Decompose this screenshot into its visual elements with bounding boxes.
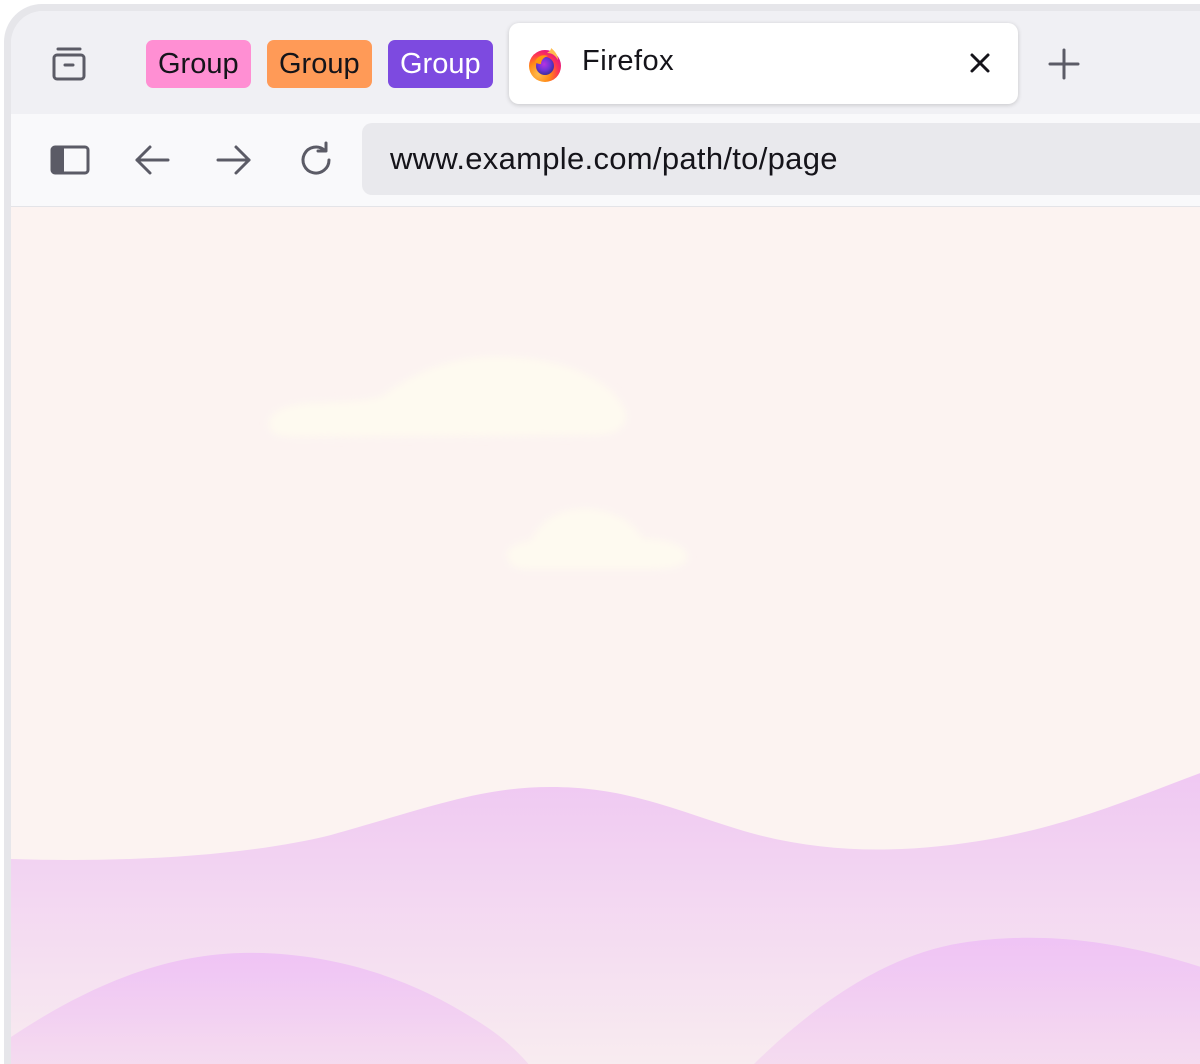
tab-group-label-1[interactable]: Group bbox=[146, 40, 251, 88]
reload-icon bbox=[301, 141, 331, 175]
address-bar[interactable]: www.example.com/path/to/page bbox=[362, 123, 1200, 195]
page-content bbox=[11, 207, 1200, 1064]
forward-button[interactable] bbox=[212, 138, 256, 182]
tab-group-label-3[interactable]: Group bbox=[388, 40, 493, 88]
sidebar-toggle-button[interactable] bbox=[48, 138, 92, 182]
browser-window: Group Group Group Firefox www.example.co… bbox=[4, 4, 1200, 1064]
firefox-logo-icon bbox=[529, 48, 561, 82]
tab-overview-icon bbox=[52, 47, 86, 81]
cloud bbox=[507, 508, 688, 569]
arrow-right-icon bbox=[216, 145, 251, 175]
arrow-left-icon bbox=[135, 145, 170, 175]
sidebar-toggle-icon bbox=[50, 145, 90, 175]
tab-group-label-2[interactable]: Group bbox=[267, 40, 372, 88]
url-text[interactable]: www.example.com/path/to/page bbox=[390, 141, 838, 177]
browser-frame: Group Group Group Firefox www.example.co… bbox=[11, 11, 1200, 1064]
active-tab[interactable]: Firefox bbox=[509, 23, 1018, 104]
navigation-toolbar: www.example.com/path/to/page bbox=[11, 114, 1200, 207]
plus-icon bbox=[1048, 48, 1080, 80]
tab-overview-button[interactable] bbox=[47, 42, 91, 86]
back-button[interactable] bbox=[130, 138, 174, 182]
reload-button[interactable] bbox=[294, 138, 338, 182]
cloud bbox=[268, 356, 626, 437]
new-tab-button[interactable] bbox=[1042, 42, 1086, 86]
tab-title: Firefox bbox=[582, 45, 675, 77]
landscape-illustration bbox=[11, 356, 1200, 1064]
close-icon bbox=[970, 53, 990, 73]
tab-strip: Group Group Group Firefox bbox=[11, 11, 1200, 114]
close-tab-button[interactable] bbox=[958, 41, 1002, 85]
